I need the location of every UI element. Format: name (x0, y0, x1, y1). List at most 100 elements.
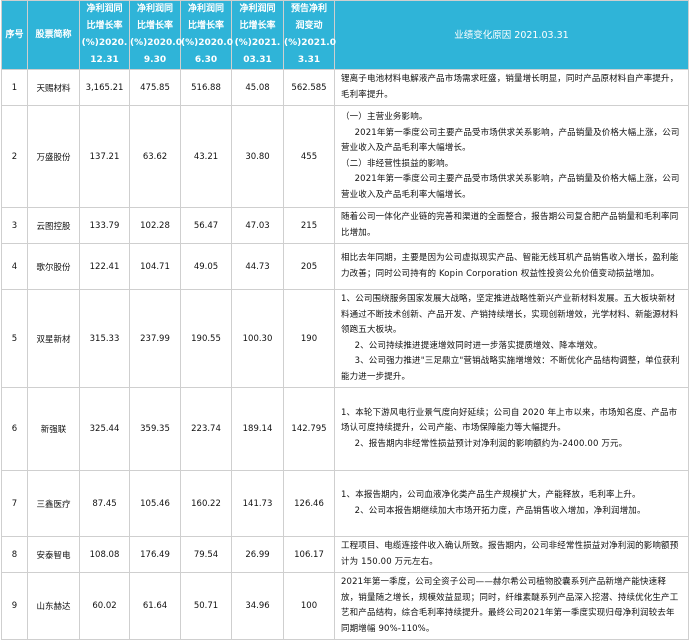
header-line: 比增长率 (86, 21, 123, 31)
table-row: 6 新强联 325.44 359.35 223.74 189.14 142.79… (1, 387, 689, 471)
cell-value: 215 (283, 207, 335, 244)
cell-value: 122.41 (79, 243, 130, 290)
cell-value: 100 (283, 572, 335, 640)
cell-value: 104.71 (129, 243, 181, 290)
cell-value: 44.73 (231, 243, 284, 290)
reason-paragraph: 3、公司强力推进"三足鼎立"营销战略实施增增效：不断优化产品结构调整，单位获利能… (341, 356, 680, 382)
cell-seq: 8 (1, 536, 28, 573)
cell-value: 61.64 (129, 572, 181, 640)
cell-stock-name: 安泰智电 (27, 536, 80, 573)
cell-seq: 9 (1, 572, 28, 640)
cell-stock-name: 万盛股份 (27, 105, 80, 208)
cell-value: 105.46 (129, 470, 181, 537)
cell-reason: 工程项目、电缆连接件收入确认所致。报告期内，公司非经常性损益对净利润的影响额预计… (334, 536, 689, 573)
cell-reason: 相比去年同期，主要是因为公司虚拟现实产品、智能无线耳机产品销售收入增长，盈利能力… (334, 243, 689, 290)
cell-reason: 随着公司一体化产业链的完善和渠道的全面整合，报告期公司复合肥产品销量和毛利率同比… (334, 207, 689, 244)
cell-stock-name: 双星新材 (27, 289, 80, 388)
cell-seq: 3 (1, 207, 28, 244)
cell-value: 176.49 (129, 536, 181, 573)
cell-seq: 6 (1, 387, 28, 471)
header-line: 比增长率 (136, 21, 173, 31)
cell-value: 137.21 (79, 105, 130, 208)
cell-reason: 1、本轮下游风电行业景气度向好延续；公司自 2020 年上市以来，市场知名度、产… (334, 387, 689, 471)
cell-seq: 4 (1, 243, 28, 290)
cell-value: 142.795 (283, 387, 335, 471)
table-row: 4 歌尔股份 122.41 104.71 49.05 44.73 205 相比去… (1, 243, 689, 290)
cell-value: 516.88 (180, 69, 232, 106)
cell-value: 141.73 (231, 470, 284, 537)
header-line: 比增长率 (239, 21, 276, 31)
cell-value: 26.99 (231, 536, 284, 573)
header-line: 净利润同 (86, 4, 123, 14)
cell-value: 189.14 (231, 387, 284, 471)
cell-value: 79.54 (180, 536, 232, 573)
cell-stock-name: 天赐材料 (27, 69, 80, 106)
cell-value: 133.79 (79, 207, 130, 244)
cell-value: 34.96 (231, 572, 284, 640)
cell-value: 359.35 (129, 387, 181, 471)
header-line: 3.31 (297, 55, 321, 65)
cell-value: 45.08 (231, 69, 284, 106)
header-line: 净利润同 (136, 4, 173, 14)
header-growth-2021-03-31: 净利润同 比增长率 (%)2021. 03.31 (231, 0, 284, 70)
cell-value: 475.85 (129, 69, 181, 106)
cell-reason: 1、公司围绕服务国家发展大战略，坚定推进战略性新兴产业新材料发展。五大板块新材料… (334, 289, 689, 388)
reason-paragraph: 工程项目、电缆连接件收入确认所致。报告期内，公司非经常性损益对净利润的影响额预计… (341, 541, 679, 567)
header-forecast-change: 预告净利 润变动 (%)2021.0 3.31 (283, 0, 336, 70)
reason-paragraph: 随着公司一体化产业链的完善和渠道的全面整合，报告期公司复合肥产品销量和毛利率同比… (341, 212, 679, 238)
table-row: 8 安泰智电 108.08 176.49 79.54 26.99 106.17 … (1, 536, 689, 573)
cell-stock-name: 云图控股 (27, 207, 80, 244)
header-line: (%)2021. (234, 38, 281, 48)
reason-paragraph: 2021年第一季度公司主要产品受市场供求关系影响，产品销量及价格大幅上涨，公司营… (341, 174, 680, 200)
cell-value: 56.47 (180, 207, 232, 244)
header-growth-2020-06-30: 净利润同 比增长率 (%)2020.0 6.30 (180, 0, 233, 70)
reason-paragraph: 2、报告期内非经常性损益预计对净利润的影响额约为-2400.00 万元。 (354, 438, 628, 449)
cell-value: 223.74 (180, 387, 232, 471)
header-line: 润变动 (295, 21, 323, 31)
header-line: 预告净利 (290, 4, 327, 14)
reason-paragraph: 1、公司围绕服务国家发展大战略，坚定推进战略性新兴产业新材料发展。五大板块新材料… (341, 294, 679, 335)
cell-value: 49.05 (180, 243, 232, 290)
header-seq: 序号 (1, 0, 28, 70)
header-line: 03.31 (243, 55, 272, 65)
cell-seq: 1 (1, 69, 28, 106)
reason-paragraph: 2、公司持续推进提速增效同时进一步落实提质增效、降本增效。 (354, 340, 603, 351)
header-line: (%)2020. (81, 38, 128, 48)
reason-paragraph: 2021年第一季度公司主要产品受市场供求关系影响，产品销量及价格大幅上涨，公司营… (341, 127, 680, 154)
earnings-table: 序号 股票简称 净利润同 比增长率 (%)2020. 12.31 净利润同 比增… (1, 0, 689, 640)
header-line: 6.30 (194, 55, 218, 65)
reason-paragraph: （二）非经营性损益的影响。 (341, 158, 454, 169)
cell-value: 108.08 (79, 536, 130, 573)
header-growth-2020-12-31: 净利润同 比增长率 (%)2020. 12.31 (79, 0, 130, 70)
header-line: 12.31 (90, 55, 119, 65)
table-row: 3 云图控股 133.79 102.28 56.47 47.03 215 随着公… (1, 207, 689, 244)
cell-value: 50.71 (180, 572, 232, 640)
table-row: 7 三鑫医疗 87.45 105.46 160.22 141.73 126.46… (1, 470, 689, 537)
header-line: 净利润同 (239, 4, 276, 14)
header-reason: 业绩变化原因 2021.03.31 (334, 0, 689, 70)
cell-seq: 5 (1, 289, 28, 388)
reason-paragraph: 锂离子电池材料电解液产品市场需求旺盛，销量增长明显，同时产品原材料自产率提升，毛… (341, 74, 679, 100)
cell-value: 237.99 (129, 289, 181, 388)
reason-paragraph: 2、公司本报告期继续加大市场开拓力度，产品销售收入增加，净利润增加。 (354, 505, 646, 516)
header-stock-name: 股票简称 (27, 0, 80, 70)
cell-value: 102.28 (129, 207, 181, 244)
cell-value: 160.22 (180, 470, 232, 537)
header-line: 净利润同 (187, 4, 224, 14)
cell-value: 87.45 (79, 470, 130, 537)
table-row: 1 天赐材料 3,165.21 475.85 516.88 45.08 562.… (1, 69, 689, 106)
cell-value: 190.55 (180, 289, 232, 388)
header-line: (%)2020.0 (130, 38, 182, 48)
cell-value: 205 (283, 243, 335, 290)
table-row: 5 双星新材 315.33 237.99 190.55 100.30 190 1… (1, 289, 689, 388)
cell-value: 190 (283, 289, 335, 388)
header-line: 比增长率 (187, 21, 224, 31)
cell-stock-name: 三鑫医疗 (27, 470, 80, 537)
cell-reason: 1、本报告期内，公司血液净化类产品生产规模扩大，产能释放，毛利率上升。 2、公司… (334, 470, 689, 537)
table-row: 2 万盛股份 137.21 63.62 43.21 30.80 455 （一）主… (1, 105, 689, 208)
cell-value: 315.33 (79, 289, 130, 388)
cell-value: 126.46 (283, 470, 335, 537)
cell-value: 562.585 (283, 69, 335, 106)
header-row: 序号 股票简称 净利润同 比增长率 (%)2020. 12.31 净利润同 比增… (1, 0, 689, 70)
cell-value: 106.17 (283, 536, 335, 573)
